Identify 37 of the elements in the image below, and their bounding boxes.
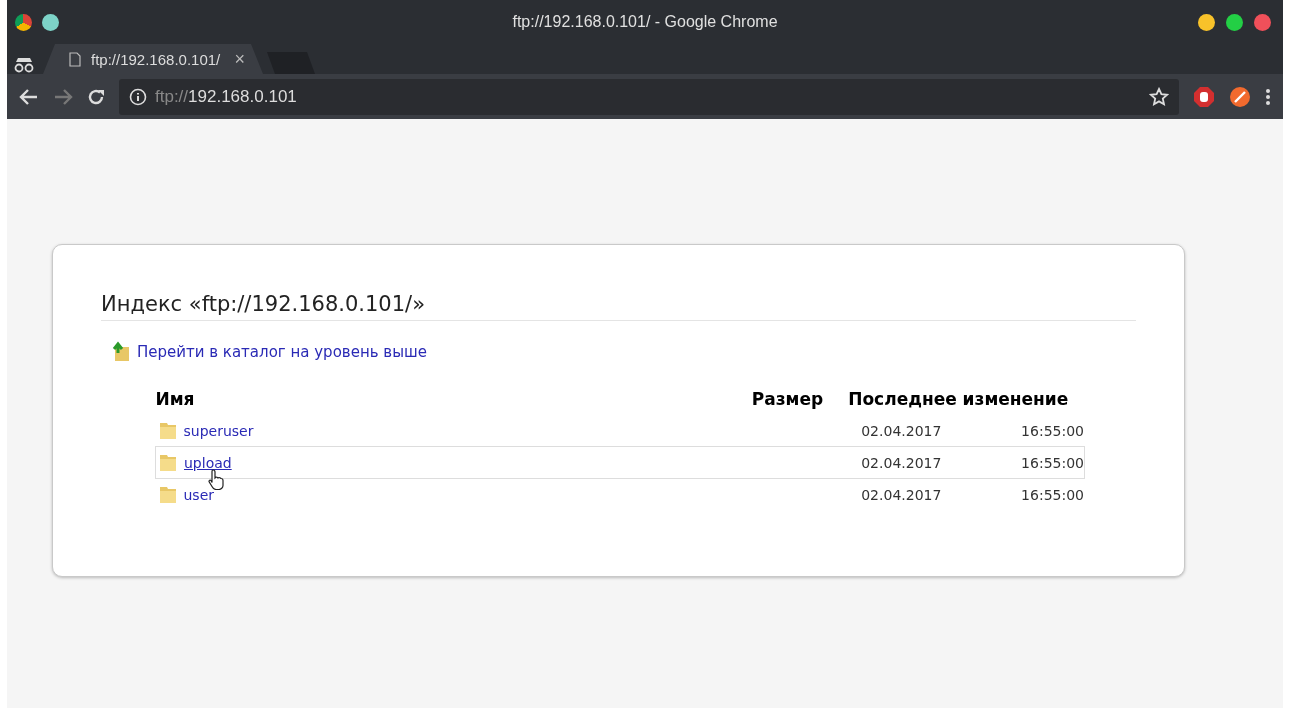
page-icon xyxy=(69,51,81,67)
star-icon[interactable] xyxy=(1149,86,1169,107)
date-cell: 02.04.2017 xyxy=(848,415,982,447)
close-button[interactable] xyxy=(1254,14,1271,31)
column-header: Последнее изменение xyxy=(848,389,1070,411)
folder-link[interactable]: superuser xyxy=(183,422,254,439)
date-cell: 02.04.2017 xyxy=(848,446,982,479)
reload-icon[interactable] xyxy=(87,87,105,106)
browser-logo-icon xyxy=(15,14,32,31)
forward-icon[interactable] xyxy=(53,87,73,106)
folder-link[interactable]: user xyxy=(183,486,215,503)
column-header: Имя xyxy=(155,389,196,411)
time-cell: 16:55:00 xyxy=(981,478,1085,510)
maximize-button[interactable] xyxy=(1226,14,1243,31)
window-control-icon[interactable] xyxy=(42,14,59,31)
column-header: Размер xyxy=(751,389,825,411)
page-heading: Индекс «ftp://192.168.0.101/» xyxy=(101,292,425,316)
close-tab-icon[interactable]: × xyxy=(234,48,245,70)
folder-link[interactable]: upload xyxy=(184,454,232,471)
tab-title: ftp://192.168.0.101/ xyxy=(91,50,221,68)
minimize-button[interactable] xyxy=(1198,14,1215,31)
date-cell: 02.04.2017 xyxy=(848,478,982,510)
folder-icon xyxy=(158,452,178,473)
browser-tab[interactable]: ftp://192.168.0.101/ × xyxy=(43,44,263,74)
file-row[interactable]: superuser 02.04.2017 16:55:00 xyxy=(155,415,1085,447)
folder-icon xyxy=(157,484,178,505)
time-cell: 16:55:00 xyxy=(981,415,1085,447)
info-icon[interactable] xyxy=(129,87,147,106)
parent-directory-link[interactable]: Перейти в каталог на уровень выше xyxy=(137,343,427,361)
menu-icon[interactable] xyxy=(1265,87,1271,106)
time-cell: 16:55:00 xyxy=(981,446,1085,479)
window-title: ftp://192.168.0.101/ - Google Chrome xyxy=(512,13,778,31)
file-row[interactable]: user 02.04.2017 16:55:00 xyxy=(155,478,1085,510)
back-icon[interactable] xyxy=(19,87,39,106)
folder-icon xyxy=(157,420,178,441)
address-bar[interactable]: ftp://192.168.0.101 xyxy=(119,78,1179,115)
url-text: ftp://192.168.0.101 xyxy=(155,86,297,107)
